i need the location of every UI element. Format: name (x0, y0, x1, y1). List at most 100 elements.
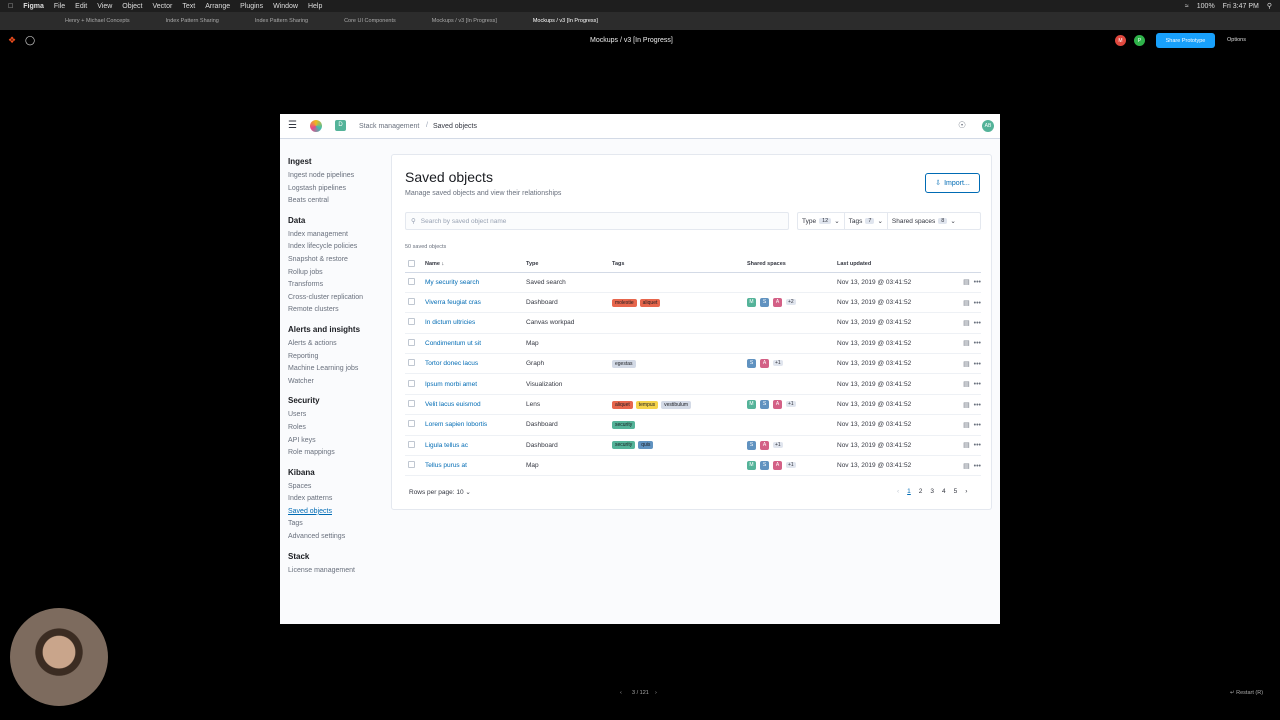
nav-item[interactable]: Roles (288, 422, 388, 435)
nav-item[interactable]: Advanced settings (288, 531, 388, 544)
more-actions-icon[interactable]: ••• (974, 463, 981, 470)
space-selector[interactable]: D (335, 120, 346, 131)
menu-help[interactable]: Help (308, 3, 322, 10)
nav-item[interactable]: API keys (288, 435, 388, 448)
app-menu[interactable]: Figma (23, 3, 44, 10)
row-checkbox[interactable] (408, 420, 415, 428)
more-actions-icon[interactable]: ••• (974, 340, 981, 347)
row-checkbox[interactable] (408, 318, 415, 326)
import-button[interactable]: ⇩ Import... (925, 173, 980, 193)
page-2[interactable]: 2 (919, 488, 923, 495)
menu-window[interactable]: Window (273, 3, 298, 10)
nav-item[interactable]: Reporting (288, 351, 388, 364)
more-actions-icon[interactable]: ••• (974, 381, 981, 388)
inspect-icon[interactable]: ▤ (963, 320, 970, 327)
more-actions-icon[interactable]: ••• (974, 422, 981, 429)
nav-item[interactable]: Index patterns (288, 493, 388, 506)
figma-tab[interactable]: Core UI Components (326, 18, 414, 24)
prev-page-icon[interactable]: ‹ (897, 488, 899, 495)
object-name-link[interactable]: In dictum ultricies (425, 319, 475, 326)
tag-badge[interactable]: security (612, 441, 636, 450)
nav-item[interactable]: Index lifecycle policies (288, 241, 388, 254)
tag-badge[interactable]: security (612, 420, 636, 429)
inspect-icon[interactable]: ▤ (963, 422, 970, 429)
type-filter[interactable]: Type 12 ⌄ (798, 213, 845, 229)
tags-filter[interactable]: Tags 7 ⌄ (845, 213, 888, 229)
tag-badge[interactable]: tempus (635, 400, 659, 409)
avatar[interactable]: P (1134, 35, 1145, 46)
menu-text[interactable]: Text (182, 3, 195, 10)
nav-item[interactable]: Logstash pipelines (288, 183, 388, 196)
tag-badge[interactable]: aliquet (612, 400, 633, 409)
nav-item[interactable]: Index management (288, 229, 388, 242)
nav-item[interactable]: Spaces (288, 481, 388, 494)
inspect-icon[interactable]: ▤ (963, 402, 970, 409)
more-spaces-badge[interactable]: +1 (773, 360, 783, 367)
inspect-icon[interactable]: ▤ (963, 361, 970, 368)
nav-item[interactable]: License management (288, 565, 388, 578)
row-checkbox[interactable] (408, 338, 415, 346)
row-checkbox[interactable] (408, 461, 415, 469)
more-actions-icon[interactable]: ••• (974, 402, 981, 409)
elastic-logo-icon[interactable] (310, 120, 322, 132)
column-header-name[interactable]: Name ↓ (425, 257, 526, 273)
more-actions-icon[interactable]: ••• (974, 442, 981, 449)
avatar[interactable]: M (1115, 35, 1126, 46)
object-name-link[interactable]: Ligula tellus ac (425, 442, 468, 449)
row-checkbox[interactable] (408, 277, 415, 285)
menu-icon[interactable]: ☰ (288, 120, 297, 131)
object-name-link[interactable]: Tellus purus at (425, 462, 467, 469)
figma-tab[interactable]: Henry + Michael Concepts (0, 18, 148, 24)
more-spaces-badge[interactable]: +1 (786, 462, 796, 469)
wifi-icon[interactable]: ≈ (1185, 3, 1189, 10)
prev-frame-icon[interactable]: ‹ (620, 690, 622, 696)
menu-view[interactable]: View (97, 3, 112, 10)
object-name-link[interactable]: Lorem sapien lobortis (425, 421, 487, 428)
nav-item[interactable]: Saved objects (288, 506, 388, 519)
tag-badge[interactable]: vestibulum (661, 400, 692, 409)
more-spaces-badge[interactable]: +1 (786, 401, 796, 408)
nav-item[interactable]: Machine Learning jobs (288, 363, 388, 376)
object-name-link[interactable]: Viverra feugiat cras (425, 299, 481, 306)
nav-item[interactable]: Role mappings (288, 447, 388, 460)
file-title[interactable]: Mockups / v3 [In Progress] (590, 37, 673, 44)
search-input[interactable]: ⚲ Search by saved object name (405, 212, 789, 230)
more-actions-icon[interactable]: ••• (974, 320, 981, 327)
column-header-updated[interactable]: Last updated (837, 257, 942, 273)
nav-item[interactable]: Users (288, 409, 388, 422)
next-frame-icon[interactable]: › (655, 690, 657, 696)
nav-item[interactable]: Beats central (288, 195, 388, 208)
clock[interactable]: Fri 3:47 PM (1223, 3, 1259, 10)
menu-vector[interactable]: Vector (153, 3, 173, 10)
object-name-link[interactable]: Ipsum morbi amet (425, 381, 477, 388)
tag-badge[interactable]: molestie (612, 298, 637, 307)
figma-tab[interactable]: Index Pattern Sharing (148, 18, 237, 24)
nav-item[interactable]: Watcher (288, 376, 388, 389)
menu-object[interactable]: Object (122, 3, 142, 10)
share-prototype-button[interactable]: Share Prototype (1156, 33, 1215, 48)
breadcrumb[interactable]: Stack management (359, 123, 419, 130)
more-spaces-badge[interactable]: +1 (773, 441, 783, 448)
more-actions-icon[interactable]: ••• (974, 279, 981, 286)
nav-item[interactable]: Cross-cluster replication (288, 292, 388, 305)
battery-status[interactable]: 100% (1197, 3, 1215, 10)
figma-tab-active[interactable]: Mockups / v3 [In Progress] (515, 18, 616, 24)
inspect-icon[interactable]: ▤ (963, 279, 970, 286)
apple-icon[interactable]:  (8, 3, 13, 10)
page-1[interactable]: 1 (907, 488, 911, 495)
inspect-icon[interactable]: ▤ (963, 381, 970, 388)
restart-button[interactable]: ↵ Restart (R) (1230, 690, 1263, 696)
row-checkbox[interactable] (408, 298, 415, 306)
figma-logo-icon[interactable]: ❖ (8, 35, 16, 46)
user-avatar[interactable]: AB (982, 120, 994, 132)
tag-badge[interactable]: egestas (612, 359, 636, 368)
help-icon[interactable]: ☉ (958, 120, 966, 131)
nav-item[interactable]: Tags (288, 518, 388, 531)
more-actions-icon[interactable]: ••• (974, 361, 981, 368)
nav-item[interactable]: Snapshot & restore (288, 254, 388, 267)
inspect-icon[interactable]: ▤ (963, 300, 970, 307)
row-checkbox[interactable] (408, 359, 415, 367)
next-page-icon[interactable]: › (965, 488, 967, 495)
menu-plugins[interactable]: Plugins (240, 3, 263, 10)
nav-item[interactable]: Remote clusters (288, 304, 388, 317)
